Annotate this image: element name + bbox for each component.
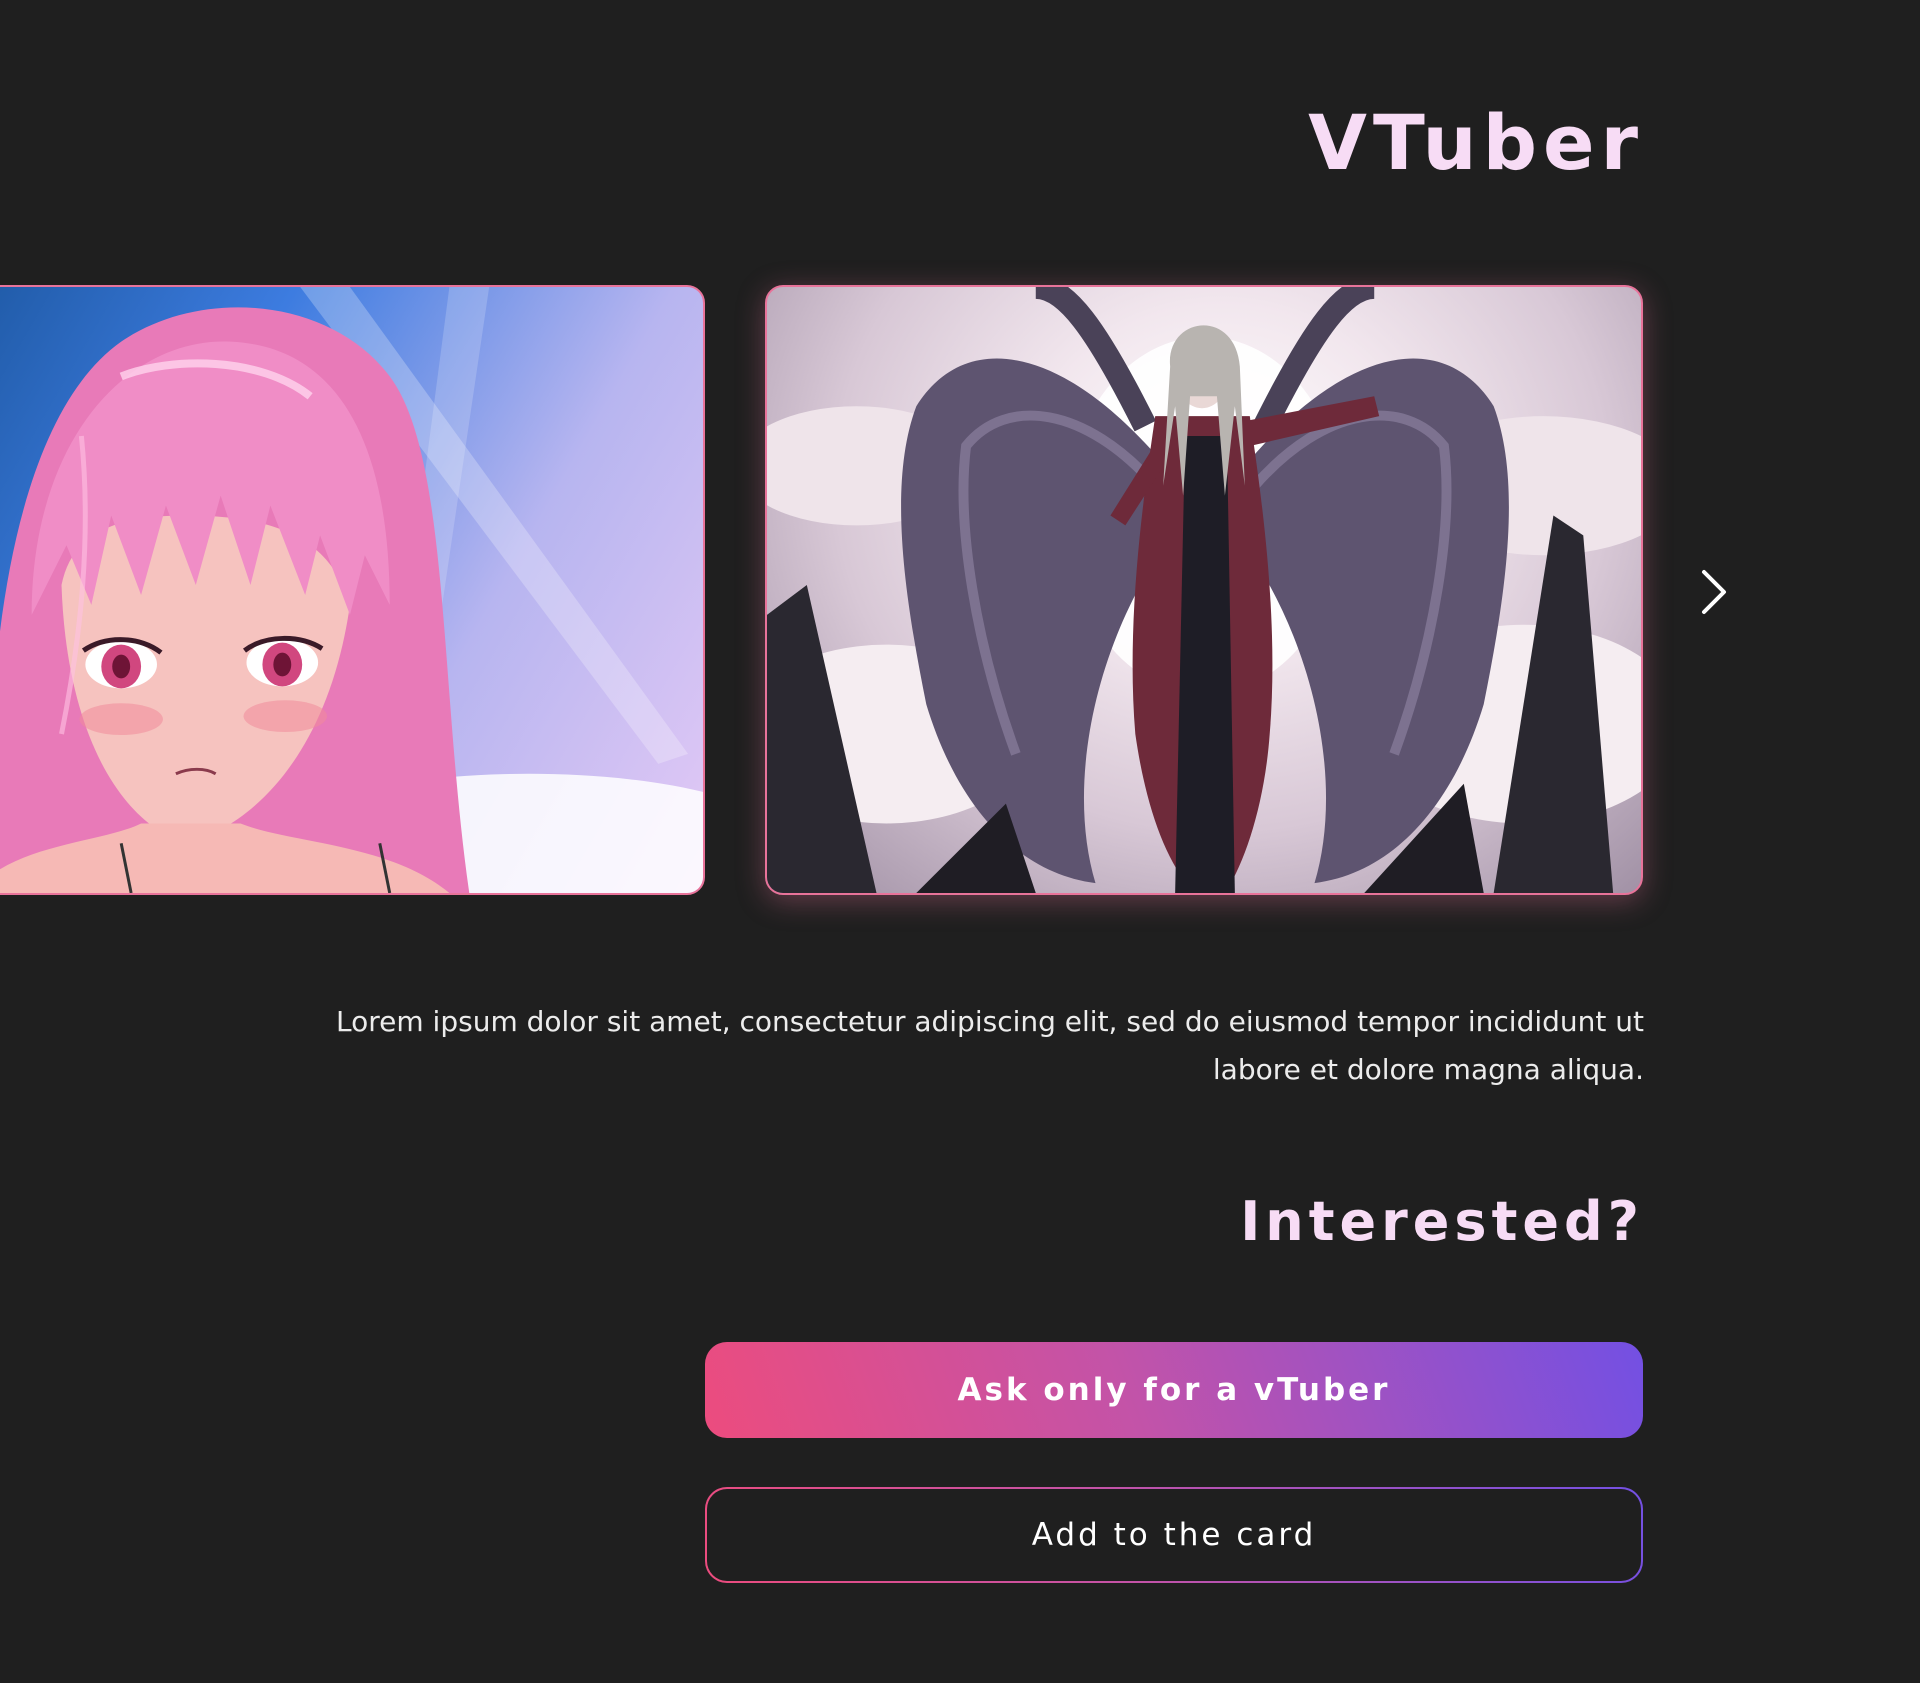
- interested-heading: Interested?: [1240, 1190, 1644, 1253]
- add-to-card-button[interactable]: Add to the card: [705, 1487, 1643, 1583]
- page-title: VTuber: [1308, 98, 1644, 187]
- product-description: Lorem ipsum dolor sit amet, consectetur …: [336, 1005, 1644, 1086]
- ask-vtuber-button[interactable]: Ask only for a vTuber: [705, 1342, 1643, 1438]
- carousel-image-pink-haired-girl[interactable]: [0, 285, 705, 895]
- carousel-image-winged-man[interactable]: [765, 285, 1643, 895]
- chevron-right-icon[interactable]: [1692, 566, 1736, 618]
- winged-man-illustration: [767, 287, 1641, 893]
- pink-haired-girl-illustration: [0, 287, 703, 893]
- product-page: VTuber Lorem ipsum dolor sit amet, conse…: [0, 0, 1920, 1683]
